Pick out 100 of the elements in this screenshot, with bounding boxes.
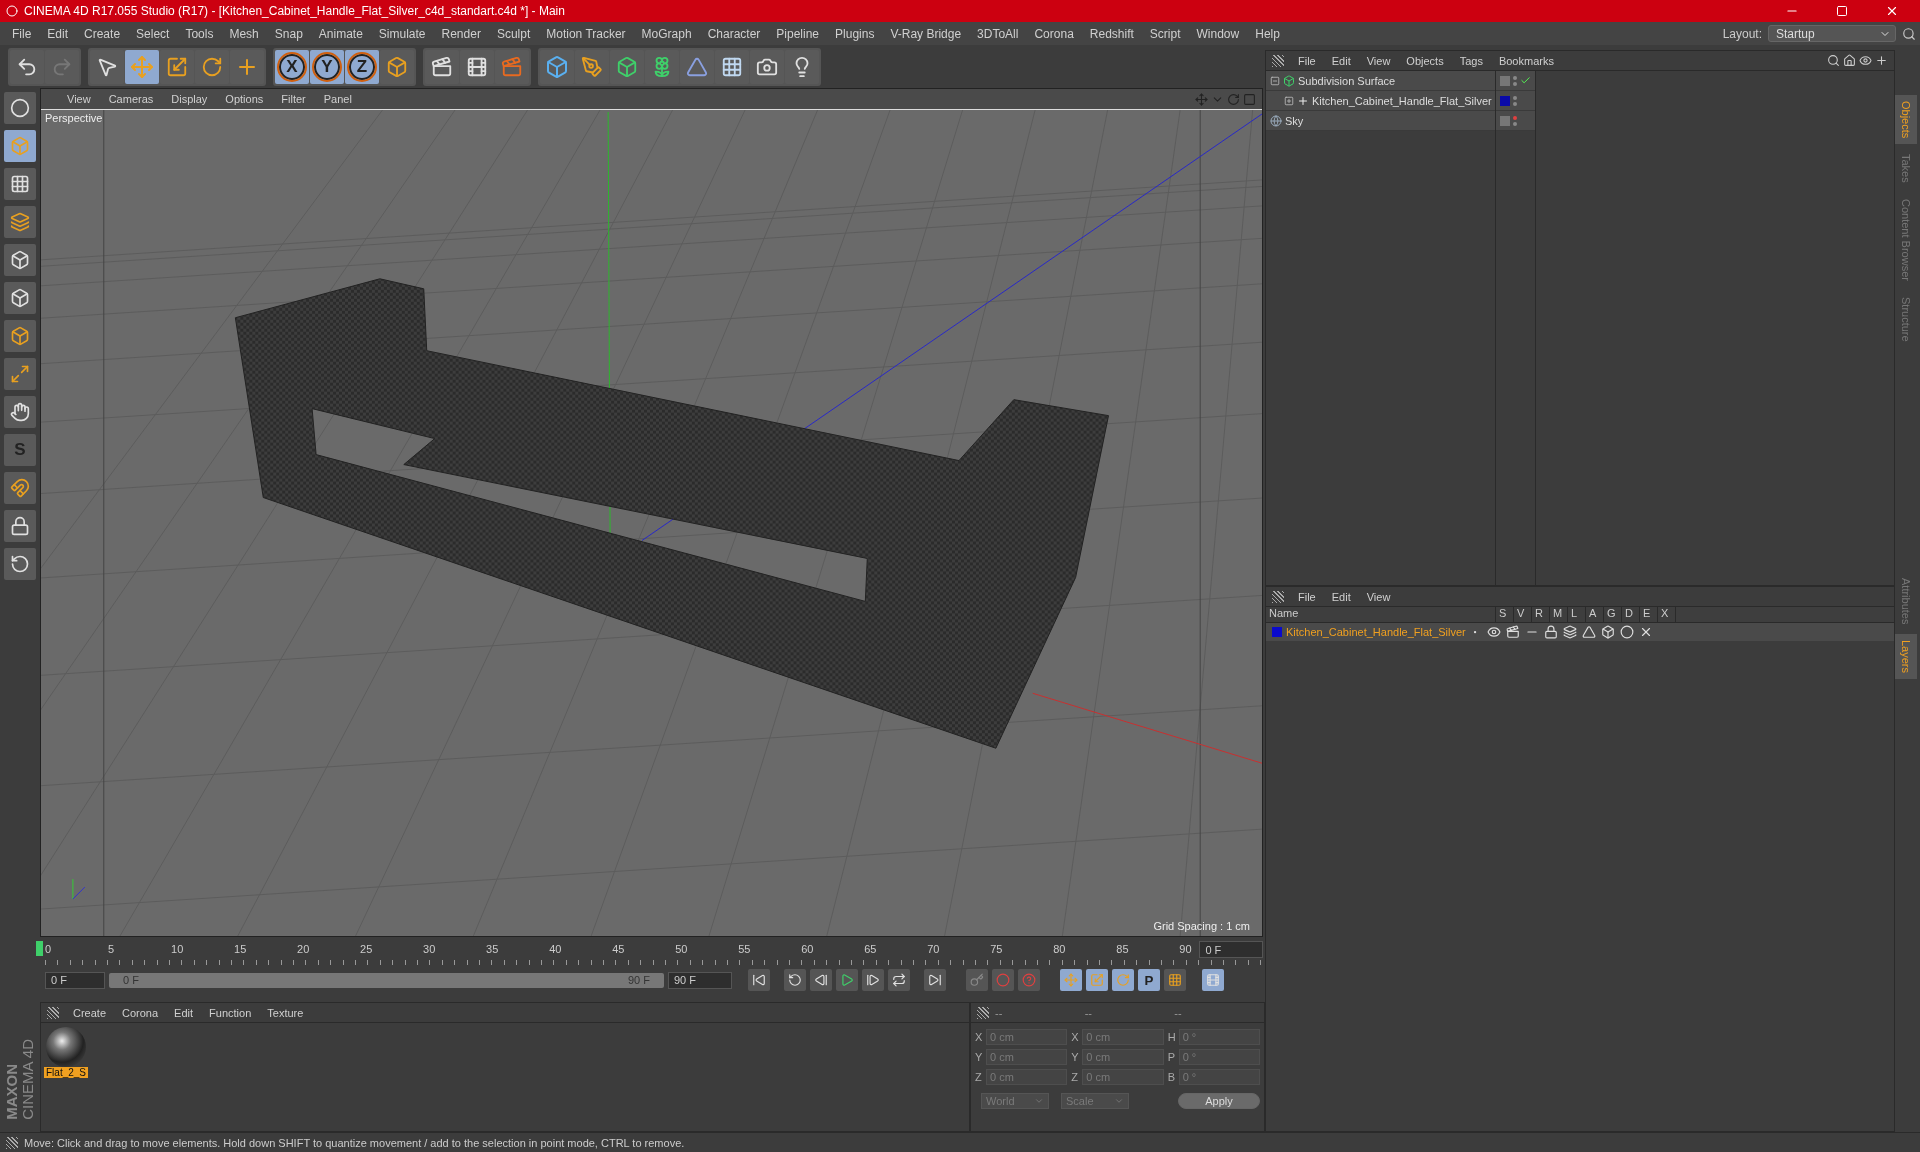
menu-item[interactable]: Snap (266, 26, 311, 41)
render-settings-icon[interactable] (495, 49, 529, 84)
camera-icon[interactable] (750, 49, 784, 84)
objects-menu-item[interactable]: Objects (1398, 54, 1452, 67)
move-icon[interactable] (125, 49, 159, 84)
column-header[interactable]: Name (1266, 607, 1496, 622)
close-icon[interactable] (1885, 4, 1899, 18)
menu-item[interactable]: Simulate (370, 26, 434, 41)
previous-frame-icon[interactable] (810, 969, 832, 991)
viewport-menu-item[interactable]: View (59, 93, 99, 105)
material-preview-ball[interactable] (46, 1027, 86, 1067)
object-name[interactable]: Subdivision Surface (1298, 74, 1396, 87)
menu-item[interactable]: Help (1247, 26, 1288, 41)
column-header[interactable]: M (1550, 607, 1568, 622)
column-header[interactable]: D (1622, 607, 1640, 622)
home-icon[interactable] (1843, 54, 1856, 67)
axis-lock-button[interactable]: Y (310, 49, 344, 84)
menu-item[interactable]: Corona (1026, 26, 1082, 41)
objects-menu-item[interactable]: Tags (1451, 54, 1491, 67)
start-frame-field[interactable]: 0 F (45, 971, 105, 989)
cloner-icon[interactable] (645, 49, 679, 84)
next-frame-icon[interactable] (862, 969, 884, 991)
material-name[interactable]: Flat_2_S (44, 1067, 88, 1078)
layout-dropdown[interactable]: Startup (1768, 25, 1896, 42)
timeline-window-icon[interactable] (1202, 969, 1224, 991)
xref-icon[interactable] (1639, 625, 1653, 639)
expand-icon[interactable] (1284, 95, 1294, 106)
objects-menu-item[interactable]: Edit (1323, 54, 1359, 67)
menu-item[interactable]: Mesh (221, 26, 267, 41)
column-header[interactable]: V (1514, 607, 1532, 622)
menu-item[interactable]: Motion Tracker (538, 26, 634, 41)
layers-menu-item[interactable]: Edit (1323, 590, 1359, 603)
key-parameter-button[interactable]: P (1138, 969, 1160, 991)
layer-name[interactable]: Kitchen_Cabinet_Handle_Flat_Silver (1286, 626, 1464, 638)
menu-item[interactable]: Window (1188, 26, 1248, 41)
side-tab[interactable]: Objects (1895, 95, 1917, 145)
current-frame-field[interactable]: 0 F (1199, 941, 1263, 958)
render-icon[interactable] (1506, 625, 1520, 639)
objects-menu-item[interactable]: View (1358, 54, 1399, 67)
pen-icon[interactable] (575, 49, 609, 84)
menu-item[interactable]: Edit (39, 26, 77, 41)
floor-icon[interactable] (715, 49, 749, 84)
coordinate-system-icon[interactable] (380, 49, 414, 84)
undo-icon[interactable] (10, 49, 44, 84)
layers-menu-item[interactable]: View (1358, 590, 1399, 603)
workplane-icon[interactable] (4, 206, 36, 238)
material-menu-item[interactable]: Corona (114, 1006, 167, 1019)
object-row[interactable]: Kitchen_Cabinet_Handle_Flat_Silver (1266, 91, 1495, 111)
column-header[interactable]: G (1604, 607, 1622, 622)
column-header[interactable]: L (1568, 607, 1586, 622)
side-tab[interactable]: Layers (1895, 634, 1917, 680)
axis-lock-button[interactable]: X (275, 49, 309, 84)
viewport-menu-item[interactable]: Panel (315, 93, 360, 105)
key-points-icon[interactable] (1164, 969, 1186, 991)
column-header[interactable]: R (1532, 607, 1550, 622)
eye-icon[interactable] (1487, 625, 1501, 639)
menu-item[interactable]: Create (76, 26, 129, 41)
axis-mode-icon[interactable] (4, 358, 36, 390)
menu-item[interactable]: File (4, 26, 40, 41)
render-picture-icon[interactable] (460, 49, 494, 84)
polygons-mode-icon[interactable] (4, 320, 36, 352)
material-menu-item[interactable]: Edit (166, 1006, 202, 1019)
maximize-icon[interactable] (1836, 5, 1848, 17)
points-mode-icon[interactable] (4, 244, 36, 276)
go-to-end-icon[interactable] (924, 969, 946, 991)
menu-item[interactable]: 3DToAll (969, 26, 1027, 41)
lock-grid-icon[interactable] (4, 510, 36, 542)
menu-item[interactable]: Redshift (1081, 26, 1142, 41)
scale-icon[interactable] (160, 49, 194, 84)
column-header[interactable]: S (1496, 607, 1514, 622)
viewport-menu-item[interactable]: Options (217, 93, 272, 105)
layer-row[interactable]: Kitchen_Cabinet_Handle_Flat_Silver (1266, 623, 1894, 641)
grid-rotate-icon[interactable] (4, 548, 36, 580)
menu-item[interactable]: Pipeline (768, 26, 828, 41)
cube-icon[interactable] (540, 49, 574, 84)
collapse-icon[interactable] (1270, 75, 1280, 86)
enabled-check-icon[interactable] (1520, 75, 1531, 86)
column-header[interactable]: X (1658, 607, 1676, 622)
playhead-marker[interactable] (36, 941, 43, 956)
objects-menu-item[interactable]: Bookmarks (1490, 54, 1562, 67)
play-icon[interactable] (836, 969, 858, 991)
visibility-dots[interactable] (1513, 115, 1517, 126)
edges-mode-icon[interactable] (4, 282, 36, 314)
visibility-dots[interactable] (1513, 95, 1517, 106)
menu-item[interactable]: Animate (310, 26, 371, 41)
texture-mode-icon[interactable] (4, 168, 36, 200)
menu-item[interactable]: Select (128, 26, 178, 41)
go-to-start-icon[interactable] (748, 969, 770, 991)
menu-item[interactable]: Render (433, 26, 489, 41)
material-menu-item[interactable]: Function (201, 1006, 260, 1019)
menu-item[interactable]: Plugins (827, 26, 883, 41)
object-row[interactable]: Subdivision Surface (1266, 71, 1495, 91)
axis-lock-button[interactable]: Z (345, 49, 379, 84)
search-icon[interactable] (1827, 54, 1840, 67)
viewport-menu-item[interactable]: Cameras (100, 93, 162, 105)
subdivision-icon[interactable] (610, 49, 644, 84)
menu-item[interactable]: V-Ray Bridge (882, 26, 970, 41)
eye-icon[interactable] (1859, 54, 1872, 67)
material-menu-item[interactable]: Create (65, 1006, 115, 1019)
menu-item[interactable]: Script (1141, 26, 1189, 41)
